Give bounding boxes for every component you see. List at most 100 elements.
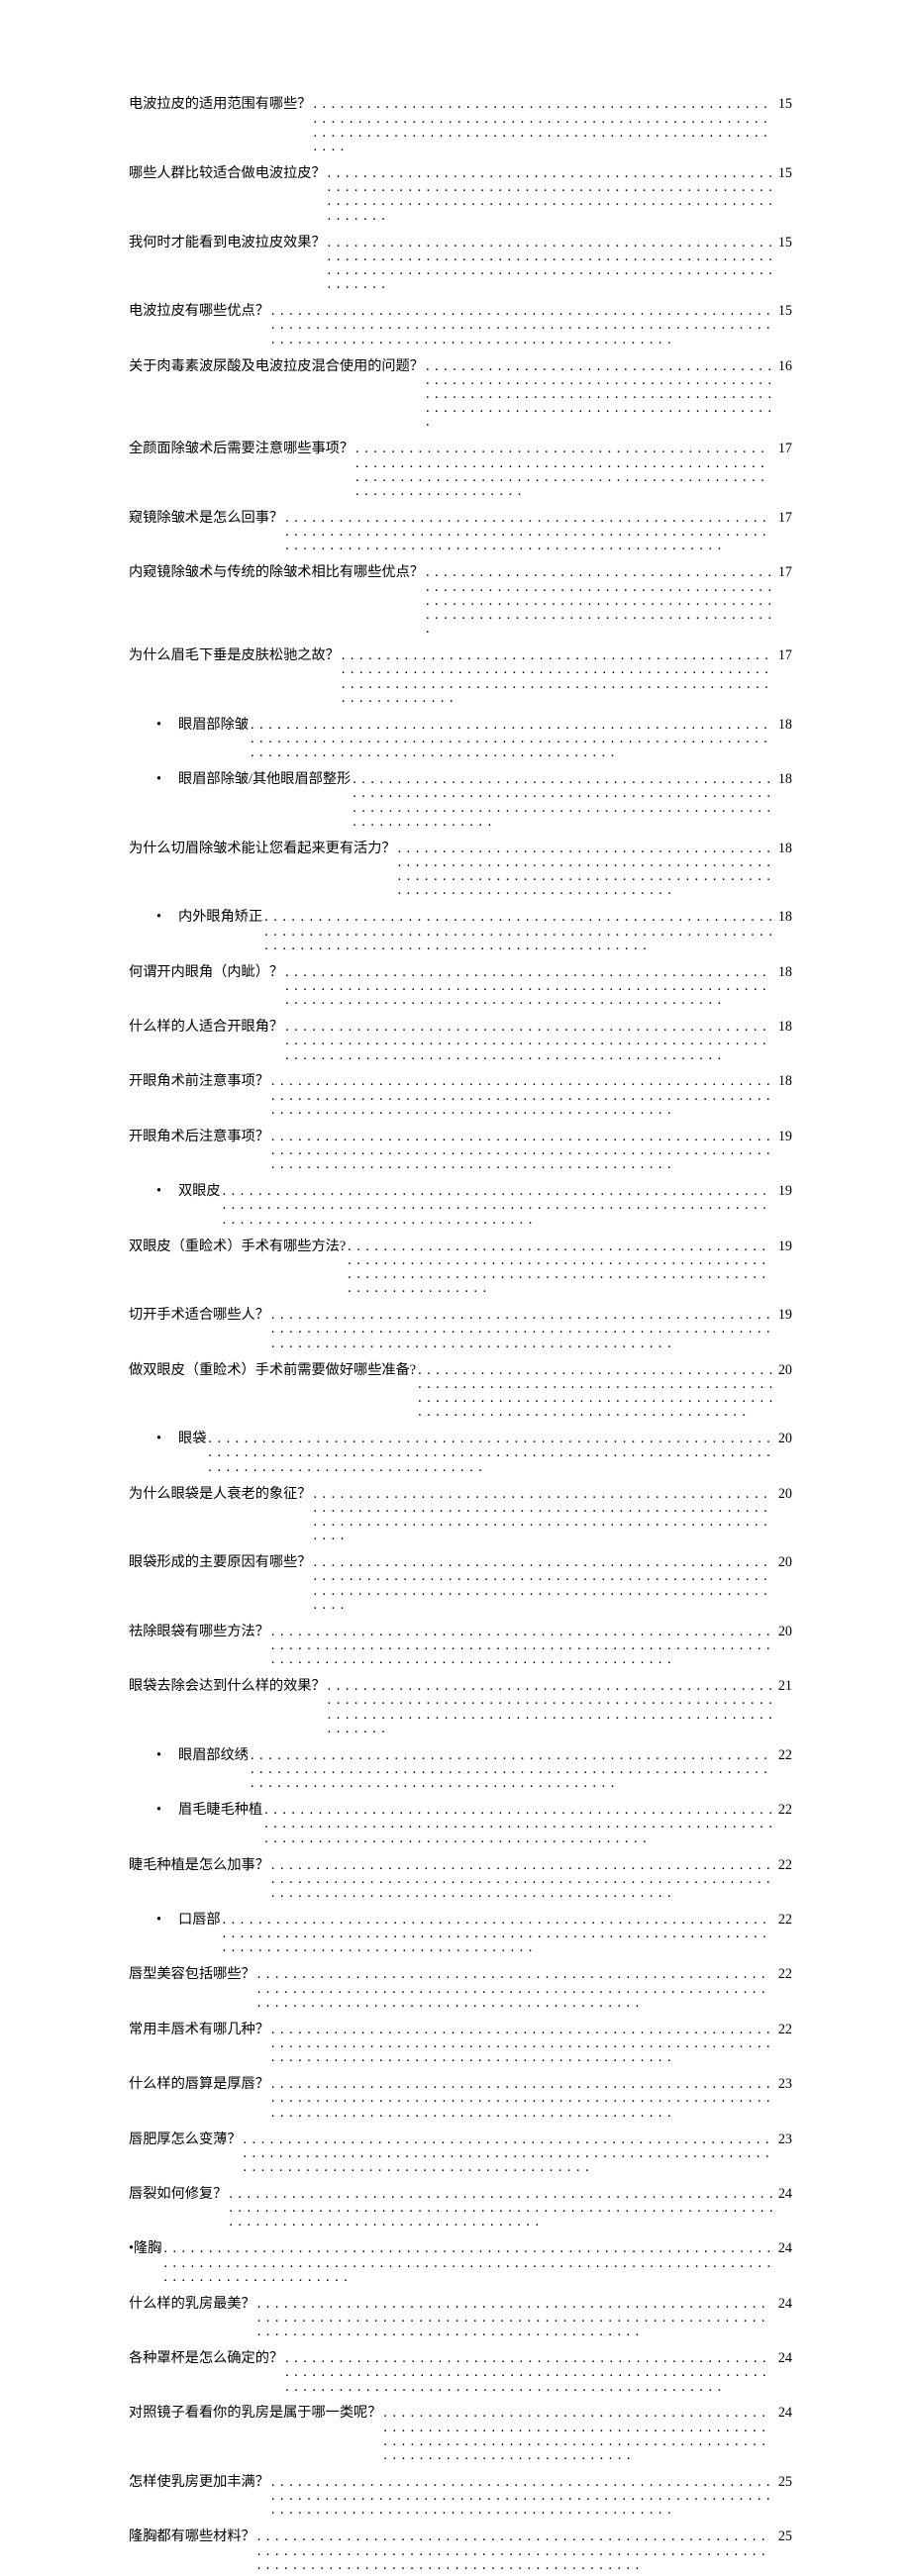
toc-page-number: 18 (776, 1020, 792, 1034)
toc-page-number: 20 (776, 1487, 792, 1501)
toc-leader-dots (285, 965, 774, 1008)
toc-label: 眼眉部纹绣 (178, 1748, 249, 1762)
toc-entry[interactable]: 开眼角术后注意事项？19 (129, 1123, 792, 1177)
toc-page-number: 17 (776, 565, 792, 579)
toc-entry[interactable]: •眉毛睫毛种植22 (129, 1797, 792, 1851)
toc-entry[interactable]: 我何时才能看到电波拉皮效果？15 (129, 229, 792, 298)
toc-entry[interactable]: 对照镜子看看你的乳房是属于哪一类呢？24 (129, 2400, 792, 2469)
toc-page-number: 22 (776, 2023, 792, 2036)
bullet-icon: • (156, 1748, 178, 1762)
toc-entry[interactable]: 关于肉毒素波尿酸及电波拉皮混合使用的问题？16 (129, 352, 792, 436)
toc-page-number: 18 (776, 718, 792, 732)
toc-leader-dots (257, 1967, 774, 2010)
toc-entry[interactable]: 睫毛种植是怎么加事？22 (129, 1851, 792, 1906)
toc-entry[interactable]: 双眼皮（重睑术）手术有哪些方法?19 (129, 1233, 792, 1302)
toc-leader-dots (271, 304, 774, 347)
toc-leader-dots (163, 2241, 773, 2284)
toc-label: 眼袋 (178, 1432, 206, 1445)
toc-entry[interactable]: 眼袋形成的主要原因有哪些？20 (129, 1549, 792, 1619)
toc-entry[interactable]: 何谓开内眼角（内眦）？ 18 (129, 958, 792, 1013)
toc-leader-dots (353, 772, 774, 829)
toc-entry[interactable]: •口唇部22 (129, 1907, 792, 1961)
toc-entry[interactable]: 开眼角术前注意事项？18 (129, 1068, 792, 1123)
toc-entry[interactable]: 电波拉皮有哪些优点？15 (129, 298, 792, 352)
toc-page-number: 20 (776, 1432, 792, 1445)
toc-page-number: 16 (776, 359, 792, 373)
toc-leader-dots (398, 842, 774, 898)
toc-entry[interactable]: 唇型美容包括哪些？ 22 (129, 1961, 792, 2016)
toc-leader-dots (285, 511, 774, 553)
toc-page-number: 22 (776, 1748, 792, 1762)
toc-label: 唇型美容包括哪些？ (129, 1967, 255, 1981)
toc-entry[interactable]: 为什么眉毛下垂是皮肤松驰之故？17 (129, 643, 792, 712)
toc-page-number: 23 (776, 2077, 792, 2091)
toc-leader-dots (271, 1625, 774, 1667)
toc-entry[interactable]: 为什么眼袋是人衰老的象征？20 (129, 1480, 792, 1549)
toc-entry[interactable]: 各种罩杯是怎么确定的？24 (129, 2345, 792, 2400)
toc-label: 双眼皮 (178, 1184, 221, 1198)
toc-entry[interactable]: •眼眉部除皱/其他眼眉部整形18 (129, 766, 792, 836)
toc-page-number: 22 (776, 1967, 792, 1981)
toc-label: 眼袋去除会达到什么样的效果？ (129, 1679, 326, 1693)
bullet-icon: • (156, 718, 178, 732)
toc-label: 常用丰唇术有哪几种？ (129, 2023, 269, 2036)
toc-entry[interactable]: 怎样使乳房更加丰满？25 (129, 2469, 792, 2524)
toc-entry[interactable]: 什么样的唇算是厚唇？ 23 (129, 2071, 792, 2126)
toc-page-number: 18 (776, 1074, 792, 1088)
toc-label: 眼眉部除皱/其他眼眉部整形 (178, 772, 351, 786)
toc-label: 开眼角术后注意事项？ (129, 1130, 269, 1143)
toc-entry[interactable]: 祛除眼袋有哪些方法？20 (129, 1618, 792, 1672)
toc-entry[interactable]: 唇肥厚怎么变薄？23 (129, 2126, 792, 2180)
toc-entry[interactable]: 电波拉皮的适用范围有哪些？15 (129, 91, 792, 160)
toc-page-number: 20 (776, 1363, 792, 1377)
toc-entry[interactable]: 常用丰唇术有哪几种？ 22 (129, 2016, 792, 2070)
toc-entry[interactable]: •眼眉部除皱18 (129, 711, 792, 765)
toc-entry[interactable]: 什么样的人适合开眼角？18 (129, 1014, 792, 1068)
toc-entry[interactable]: •隆胸24 (129, 2235, 792, 2290)
toc-entry[interactable]: 隆胸都有哪些材料？25 (129, 2524, 792, 2576)
toc-page-number: 25 (776, 2475, 792, 2489)
bullet-icon: • (156, 910, 178, 924)
toc-entry[interactable]: 什么样的乳房最美？24 (129, 2290, 792, 2344)
toc-entry[interactable]: 内窥镜除皱术与传统的除皱术相比有哪些优点？17 (129, 559, 792, 643)
toc-entry[interactable]: •眼袋20 (129, 1426, 792, 1480)
toc-page-number: 17 (776, 648, 792, 662)
toc-label: 切开手术适合哪些人？ (129, 1308, 269, 1322)
toc-page-number: 17 (776, 442, 792, 455)
toc-leader-dots (257, 2529, 774, 2572)
toc-leader-dots (271, 2077, 774, 2120)
toc-entry[interactable]: •内外眼角矫正18 (129, 904, 792, 958)
toc-entry[interactable]: 窥镜除皱术是怎么回事？17 (129, 505, 792, 559)
toc-label: 对照镜子看看你的乳房是属于哪一类呢？ (129, 2406, 381, 2420)
toc-label: 何谓开内眼角（内眦）？ (129, 965, 283, 979)
toc-leader-dots (264, 910, 774, 952)
toc-page-number: 18 (776, 965, 792, 979)
toc-leader-dots (271, 1858, 774, 1901)
toc-label: 各种罩杯是怎么确定的？ (129, 2351, 283, 2365)
toc-entry[interactable]: 唇裂如何修复？24 (129, 2181, 792, 2235)
toc-entry[interactable]: 全颜面除皱术后需要注意哪些事项？17 (129, 436, 792, 505)
toc-page-number: 15 (776, 236, 792, 249)
toc-leader-dots (271, 1074, 774, 1117)
toc-leader-dots (348, 1239, 774, 1296)
bullet-icon: • (156, 1913, 178, 1927)
toc-entry[interactable]: •眼眉部纹绣 22 (129, 1741, 792, 1796)
toc-entry[interactable]: 做双眼皮（重睑术）手术前需要做好哪些准备?20 (129, 1356, 792, 1426)
toc-page-number: 18 (776, 910, 792, 924)
toc-page-number: 21 (776, 1679, 792, 1693)
toc-entry[interactable]: 眼袋去除会达到什么样的效果？ 21 (129, 1673, 792, 1742)
toc-leader-dots (244, 2132, 774, 2175)
toc-leader-dots (328, 236, 774, 292)
toc-leader-dots (313, 1487, 773, 1543)
toc-leader-dots (208, 1432, 773, 1474)
toc-leader-dots (223, 1184, 774, 1227)
toc-entry[interactable]: •双眼皮19 (129, 1178, 792, 1233)
toc-page-number: 22 (776, 1803, 792, 1817)
toc-entry[interactable]: 切开手术适合哪些人？19 (129, 1302, 792, 1356)
toc-leader-dots (355, 442, 774, 498)
toc-label: 什么样的唇算是厚唇？ (129, 2077, 269, 2091)
toc-label: 隆胸都有哪些材料？ (129, 2529, 255, 2543)
toc-page-number: 24 (776, 2187, 792, 2201)
toc-entry[interactable]: 哪些人群比较适合做电波拉皮？15 (129, 160, 792, 230)
toc-entry[interactable]: 为什么切眉除皱术能让您看起来更有活力？18 (129, 835, 792, 904)
